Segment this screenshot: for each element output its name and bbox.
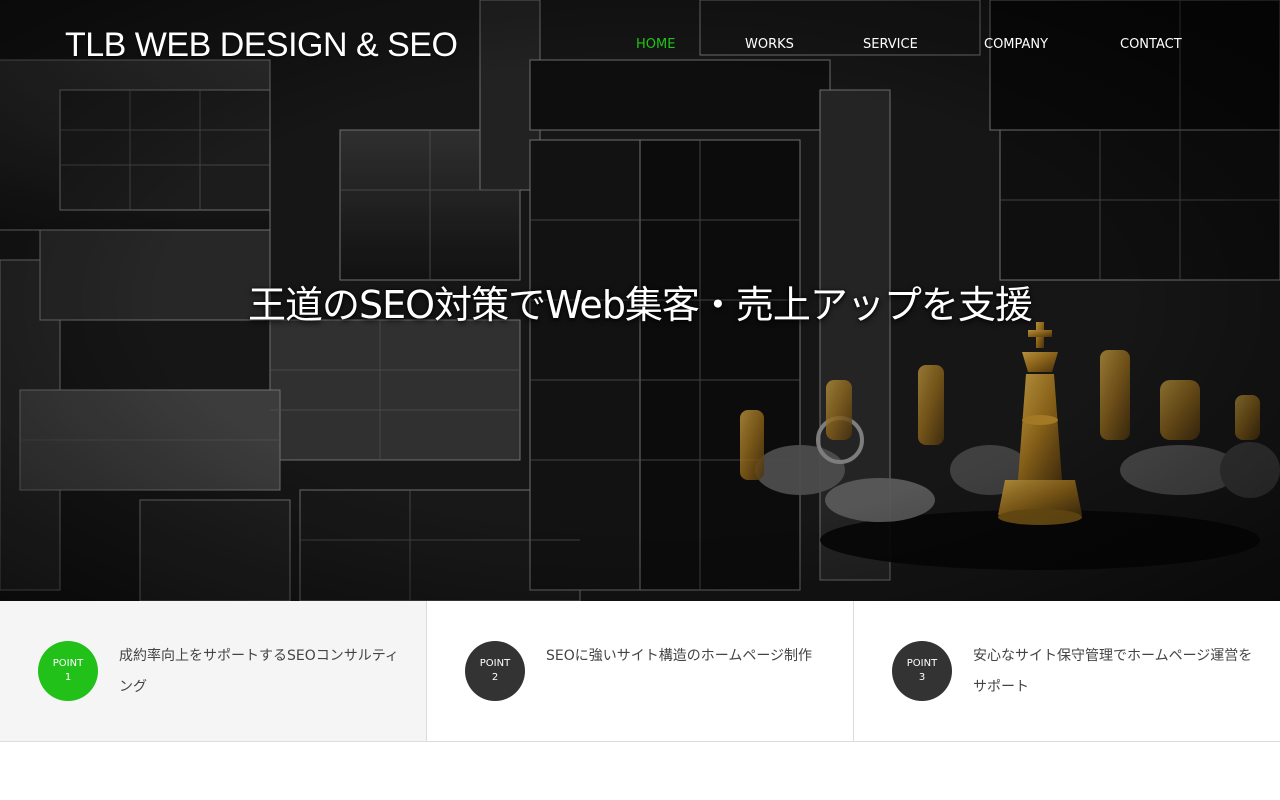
nav-company[interactable]: COMPANY: [984, 37, 1048, 52]
point-badge-1: POINT 1: [38, 641, 98, 701]
nav-home[interactable]: HOME: [636, 37, 675, 52]
hero-section: TLB WEB DESIGN & SEO HOME WORKS SERVICE …: [0, 0, 1280, 601]
point-badge-number: 1: [64, 672, 72, 683]
point-card-1: POINT 1 成約率向上をサポートするSEOコンサルティング: [0, 601, 427, 741]
nav-service[interactable]: SERVICE: [863, 37, 918, 52]
point-text-3: 安心なサイト保守管理でホームページ運営をサポート: [973, 648, 1253, 695]
point-text-2: SEOに強いサイト構造のホームページ制作: [546, 648, 813, 664]
point-badge-number: 3: [918, 672, 926, 683]
point-badge-label: POINT: [52, 658, 84, 669]
main-nav: HOME WORKS SERVICE COMPANY CONTACT: [0, 0, 1280, 90]
point-badge-label: POINT: [906, 658, 938, 669]
points-section: POINT 1 成約率向上をサポートするSEOコンサルティング POINT 2 …: [0, 601, 1280, 742]
point-badge-2: POINT 2: [465, 641, 525, 701]
nav-contact[interactable]: CONTACT: [1120, 37, 1182, 52]
nav-works[interactable]: WORKS: [745, 37, 794, 52]
point-card-3: POINT 3 安心なサイト保守管理でホームページ運営をサポート: [854, 601, 1280, 741]
point-card-2: POINT 2 SEOに強いサイト構造のホームページ制作: [427, 601, 854, 741]
point-badge-label: POINT: [479, 658, 511, 669]
hero-title: 王道のSEO対策でWeb集客・売上アップを支援: [248, 283, 1033, 327]
point-text-1: 成約率向上をサポートするSEOコンサルティング: [119, 648, 399, 695]
point-badge-3: POINT 3: [892, 641, 952, 701]
point-badge-number: 2: [491, 672, 499, 683]
